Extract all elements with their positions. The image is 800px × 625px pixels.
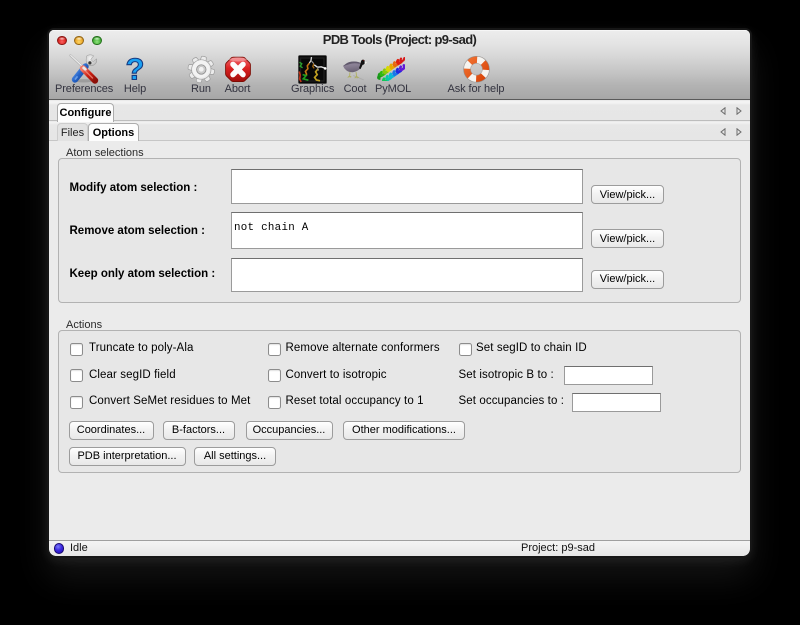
svg-text:?: ? — [126, 54, 145, 84]
